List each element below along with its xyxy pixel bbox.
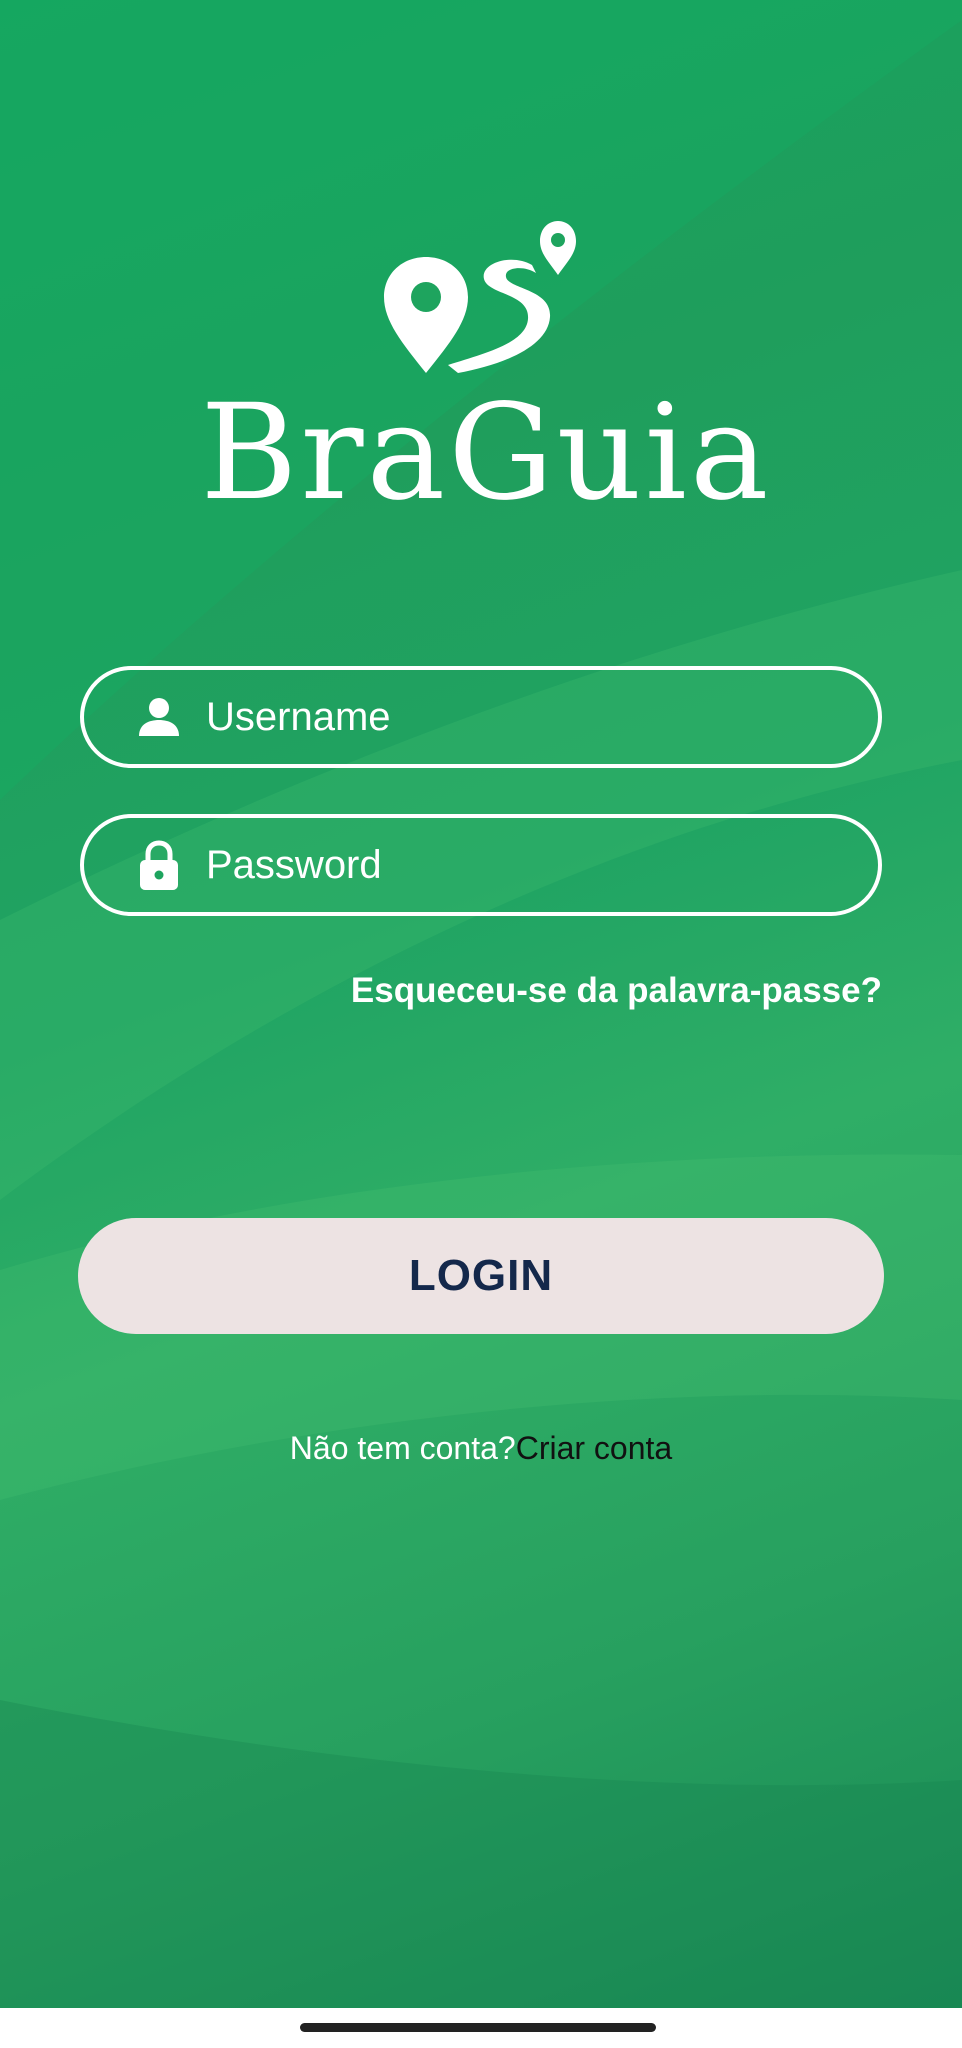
forgot-password-link[interactable]: Esqueceu-se da palavra-passe? [351, 966, 882, 1016]
app-name: BraGuia [200, 376, 772, 530]
password-field[interactable] [80, 814, 882, 916]
login-screen: BraGuia Esqueceu-se da palavra-passe? LO… [0, 0, 962, 2008]
home-indicator[interactable] [300, 2023, 656, 2032]
login-button[interactable]: LOGIN [78, 1218, 884, 1334]
signup-question: Não tem conta? [289, 1430, 516, 1466]
username-field[interactable] [80, 666, 882, 768]
map-pin-route-icon [384, 221, 576, 373]
signup-prompt: Não tem conta?Criar conta [0, 1425, 962, 1471]
lock-icon [136, 840, 182, 890]
username-input[interactable] [206, 694, 806, 740]
create-account-link[interactable]: Criar conta [516, 1430, 673, 1466]
person-icon [136, 692, 182, 742]
app-logo: BraGuia [0, 215, 962, 523]
password-input[interactable] [206, 842, 806, 888]
